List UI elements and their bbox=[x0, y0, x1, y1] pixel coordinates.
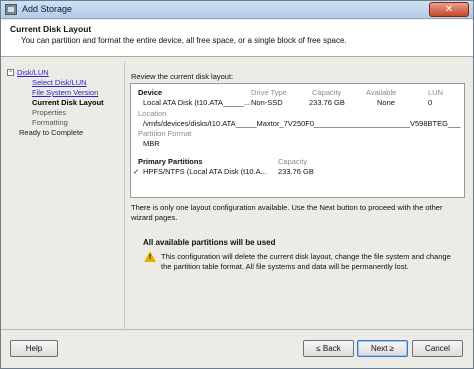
available-header: Available bbox=[366, 88, 397, 97]
panel-divider bbox=[124, 61, 125, 329]
wizard-steps: − Disk/LUN Select Disk/LUN File System V… bbox=[7, 67, 122, 317]
partition-capacity-header: Capacity bbox=[278, 157, 308, 166]
step-formatting: Formatting bbox=[32, 118, 68, 127]
storage-icon bbox=[5, 4, 17, 15]
back-button[interactable]: ≤ Back bbox=[303, 340, 354, 357]
layout-info-text: There is only one layout configuration a… bbox=[131, 203, 443, 222]
location-label: Location bbox=[138, 109, 167, 118]
page-subtitle: You can partition and format the entire … bbox=[21, 36, 347, 45]
help-button[interactable]: Help bbox=[10, 340, 58, 357]
step-ready-to-complete: Ready to Complete bbox=[19, 128, 84, 137]
partition-capacity: 233.76 GB bbox=[278, 167, 314, 176]
capacity-header: Capacity bbox=[312, 88, 342, 97]
collapse-icon[interactable]: − bbox=[7, 69, 14, 76]
next-button[interactable]: Next ≥ bbox=[357, 340, 408, 357]
add-storage-dialog: Add Storage ✕ Current Disk Layout You ca… bbox=[0, 0, 474, 369]
cancel-button[interactable]: Cancel bbox=[412, 340, 463, 357]
partition-format-label: Partition Format bbox=[138, 129, 192, 138]
lun-value: 0 bbox=[428, 98, 433, 107]
step-file-system-version[interactable]: File System Version bbox=[32, 88, 98, 97]
device-name: Local ATA Disk (t10.ATA_____... bbox=[143, 98, 250, 107]
disk-layout-panel: Device Drive Type Capacity Available LUN… bbox=[130, 83, 465, 198]
device-header: Device bbox=[138, 88, 163, 97]
warning-text: This configuration will delete the curre… bbox=[161, 252, 451, 271]
available-value: None bbox=[377, 98, 395, 107]
window-title: Add Storage bbox=[22, 4, 73, 14]
step-current-disk-layout: Current Disk Layout bbox=[32, 98, 104, 107]
location-value: /vmfs/devices/disks/t10.ATA_____Maxtor_7… bbox=[143, 119, 461, 128]
step-disk-lun[interactable]: Disk/LUN bbox=[17, 68, 49, 77]
partition-name: HPFS/NTFS (Local ATA Disk (t10.A... bbox=[143, 167, 267, 176]
close-button[interactable]: ✕ bbox=[429, 2, 469, 17]
title-bar: Add Storage ✕ bbox=[1, 1, 473, 19]
wizard-header: Current Disk Layout You can partition an… bbox=[1, 20, 473, 57]
review-label: Review the current disk layout: bbox=[131, 72, 234, 81]
drive-type-value: Non-SSD bbox=[251, 98, 283, 107]
drive-type-header: Drive Type bbox=[251, 88, 287, 97]
capacity-value: 233.76 GB bbox=[309, 98, 345, 107]
step-select-disk-lun[interactable]: Select Disk/LUN bbox=[32, 78, 87, 87]
lun-header: LUN bbox=[428, 88, 444, 97]
step-properties: Properties bbox=[32, 108, 67, 117]
partition-format-value: MBR bbox=[143, 139, 160, 148]
page-title: Current Disk Layout bbox=[10, 24, 92, 34]
warning-icon-mark: ! bbox=[148, 254, 152, 261]
warning-title: All available partitions will be used bbox=[143, 238, 276, 247]
check-icon: ✓ bbox=[133, 167, 140, 176]
primary-partitions-header: Primary Partitions bbox=[138, 157, 203, 166]
footer-divider bbox=[1, 329, 473, 330]
